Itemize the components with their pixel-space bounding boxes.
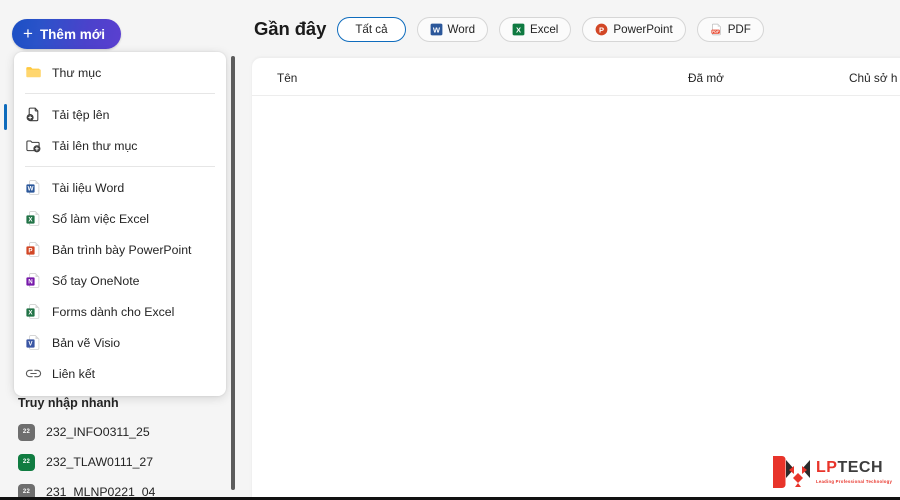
site-tile-icon: 22	[18, 453, 35, 471]
menu-item-label: Forms dành cho Excel	[52, 304, 175, 319]
svg-text:P: P	[28, 248, 32, 255]
menu-item-file-upload[interactable]: Tải tệp lên	[14, 99, 226, 130]
svg-text:W: W	[432, 25, 440, 34]
quick-access-item-label: 232_TLAW0111_27	[46, 455, 154, 469]
new-menu-flyout: Thư mục Tải tệp lên Tải lên thư mục W Tà…	[14, 52, 226, 396]
menu-item-word-document[interactable]: W Tài liệu Word	[14, 172, 226, 203]
file-table-body	[252, 96, 900, 500]
filter-chip-label: Word	[447, 22, 476, 36]
left-nav-scrollbar[interactable]	[230, 56, 237, 496]
powerpoint-presentation-icon: P	[25, 241, 42, 258]
onedrive-window: + Thêm mới Thư mục Tải tệp lên Tải lên t…	[0, 0, 900, 500]
svg-text:W: W	[28, 186, 34, 193]
menu-item-link[interactable]: Liên kết	[14, 358, 226, 389]
forms-excel-icon: X	[25, 303, 42, 320]
menu-item-label: Sổ tay OneNote	[52, 273, 140, 288]
menu-item-folder[interactable]: Thư mục	[14, 57, 226, 88]
site-tile-icon: 22	[18, 423, 35, 441]
quick-access-item-label: 232_INFO0311_25	[46, 425, 150, 439]
menu-separator	[25, 166, 215, 167]
left-navigation-pane: + Thêm mới Thư mục Tải tệp lên Tải lên t…	[0, 0, 240, 500]
filter-chip-label: PDF	[727, 22, 751, 36]
new-button[interactable]: + Thêm mới	[12, 19, 122, 49]
visio-drawing-icon: V	[25, 334, 42, 351]
column-header-opened[interactable]: Đã mở	[688, 71, 724, 85]
menu-separator	[25, 93, 215, 94]
menu-item-label: Sổ làm việc Excel	[52, 211, 150, 226]
menu-item-label: Tải lên thư mục	[52, 138, 138, 153]
svg-text:X: X	[516, 25, 521, 34]
filter-chip-label: Tất cả	[355, 22, 388, 36]
menu-item-label: Thư mục	[52, 65, 102, 80]
column-header-owner[interactable]: Chủ sở h	[849, 71, 897, 85]
menu-item-label: Bản trình bày PowerPoint	[52, 242, 192, 257]
menu-item-label: Tải tệp lên	[52, 107, 110, 122]
quick-access-item[interactable]: 22 232_INFO0311_25	[0, 417, 232, 447]
filter-toolbar: Gần đây Tất cả W Word X Excel P PowerPoi…	[240, 0, 900, 58]
menu-item-visio-drawing[interactable]: V Bản vẽ Visio	[14, 327, 226, 358]
link-icon	[25, 365, 42, 382]
file-table-header: Tên Đã mở Chủ sở h	[252, 58, 900, 96]
onenote-notebook-icon: N	[25, 272, 42, 289]
word-icon: W	[430, 23, 443, 36]
quick-access-section: Truy nhập nhanh 22 232_INFO0311_25 22 23…	[0, 390, 232, 500]
pdf-icon: PDF	[710, 23, 723, 36]
filter-chip-label: Excel	[530, 22, 559, 36]
menu-item-forms-for-excel[interactable]: X Forms dành cho Excel	[14, 296, 226, 327]
filter-chip-label: PowerPoint	[613, 22, 673, 36]
menu-item-label: Tài liệu Word	[52, 180, 125, 195]
svg-text:PDF: PDF	[712, 30, 720, 34]
page-title: Gần đây	[254, 18, 327, 39]
menu-item-powerpoint-presentation[interactable]: P Bản trình bày PowerPoint	[14, 234, 226, 265]
filter-chip-word[interactable]: W Word	[416, 16, 489, 42]
file-upload-icon	[25, 106, 42, 123]
filter-chip-excel[interactable]: X Excel	[499, 16, 572, 42]
excel-workbook-icon: X	[25, 210, 42, 227]
main-content-area: Gần đây Tất cả W Word X Excel P PowerPoi…	[240, 0, 900, 500]
folder-icon	[25, 64, 42, 81]
folder-upload-icon	[25, 137, 42, 154]
filter-chip-pdf[interactable]: PDF PDF	[696, 16, 764, 42]
powerpoint-icon: P	[595, 23, 608, 36]
new-button-label: Thêm mới	[39, 26, 106, 42]
nav-selection-indicator	[4, 104, 7, 130]
filter-chip-all[interactable]: Tất cả	[337, 16, 406, 42]
menu-item-label: Liên kết	[52, 366, 96, 381]
menu-item-excel-workbook[interactable]: X Sổ làm việc Excel	[14, 203, 226, 234]
svg-text:P: P	[599, 25, 604, 34]
menu-item-onenote-notebook[interactable]: N Sổ tay OneNote	[14, 265, 226, 296]
scrollbar-thumb[interactable]	[231, 56, 235, 490]
word-document-icon: W	[25, 179, 42, 196]
excel-icon: X	[512, 23, 525, 36]
file-list-card: Tên Đã mở Chủ sở h	[252, 58, 900, 500]
svg-text:N: N	[28, 279, 33, 286]
plus-icon: +	[23, 23, 33, 43]
menu-item-folder-upload[interactable]: Tải lên thư mục	[14, 130, 226, 161]
column-header-name[interactable]: Tên	[277, 71, 297, 85]
filter-chip-powerpoint[interactable]: P PowerPoint	[582, 16, 686, 42]
menu-item-label: Bản vẽ Visio	[52, 335, 121, 350]
quick-access-item[interactable]: 22 232_TLAW0111_27	[0, 447, 232, 477]
